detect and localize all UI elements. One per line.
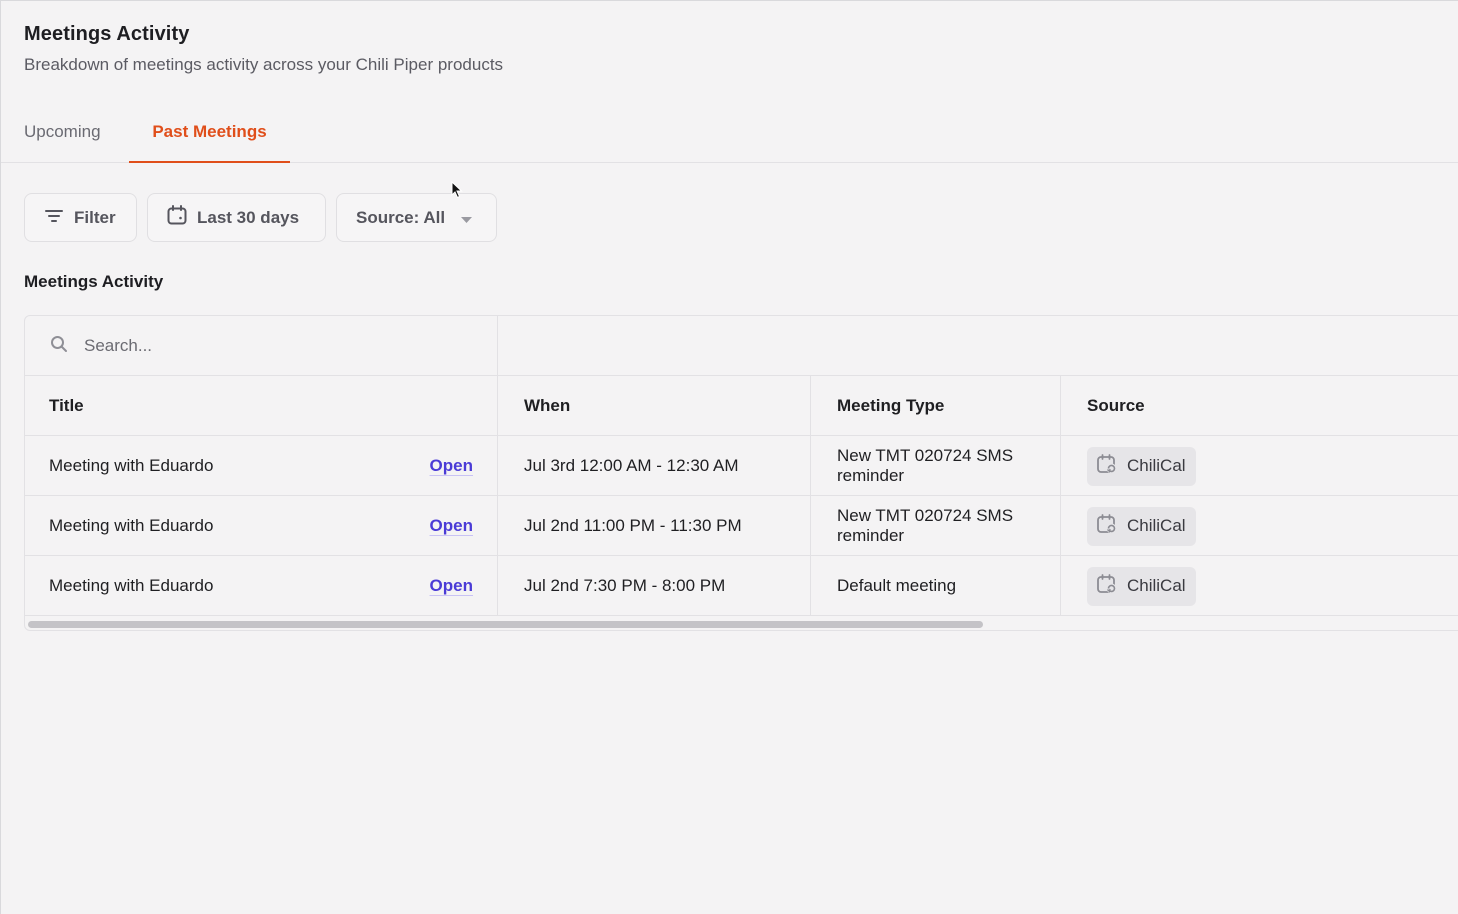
- column-header-when[interactable]: When: [498, 376, 811, 436]
- page-header: Meetings Activity Breakdown of meetings …: [24, 23, 503, 75]
- title-cell: Meeting with Eduardo Open: [25, 496, 498, 556]
- source-badge: ChiliCal: [1087, 446, 1196, 486]
- page: Meetings Activity Breakdown of meetings …: [0, 0, 1458, 914]
- meeting-type-cell: New TMT 020724 SMS reminder: [811, 496, 1061, 556]
- table-row: Meeting with Eduardo Open Jul 2nd 7:30 P…: [25, 556, 1458, 616]
- filter-button[interactable]: Filter: [24, 193, 137, 242]
- column-header-meeting-type[interactable]: Meeting Type: [811, 376, 1061, 436]
- source-select[interactable]: Source: All: [336, 193, 497, 242]
- mouse-cursor-icon: [451, 180, 463, 204]
- column-header-title[interactable]: Title: [25, 376, 498, 436]
- source-badge: ChiliCal: [1087, 506, 1196, 546]
- meeting-title: Meeting with Eduardo: [49, 456, 214, 475]
- search-cell: [25, 316, 498, 376]
- meeting-title: Meeting with Eduardo: [49, 576, 214, 595]
- section-title: Meetings Activity: [24, 272, 164, 291]
- horizontal-scrollbar[interactable]: [25, 618, 1458, 630]
- source-cell: ChiliCal: [1061, 496, 1458, 556]
- date-range-label: Last 30 days: [197, 207, 300, 227]
- source-badge-label: ChiliCal: [1127, 456, 1186, 475]
- scrollbar-thumb[interactable]: [28, 621, 983, 628]
- source-select-label: Source: All: [356, 207, 446, 227]
- tab-bar: Upcoming Past Meetings: [1, 101, 1458, 163]
- search-input[interactable]: [84, 336, 464, 356]
- meeting-type-cell: Default meeting: [811, 556, 1061, 616]
- source-cell: ChiliCal: [1061, 436, 1458, 496]
- tab-upcoming[interactable]: Upcoming: [24, 101, 101, 163]
- title-cell: Meeting with Eduardo Open: [25, 436, 498, 496]
- open-link[interactable]: Open: [430, 516, 473, 536]
- table-row: Meeting with Eduardo Open Jul 2nd 11:00 …: [25, 496, 1458, 556]
- page-subtitle: Breakdown of meetings activity across yo…: [24, 55, 504, 74]
- table-search-row: [25, 316, 1458, 376]
- tab-past-meetings[interactable]: Past Meetings: [129, 101, 290, 163]
- table-row: Meeting with Eduardo Open Jul 3rd 12:00 …: [25, 436, 1458, 496]
- when-cell: Jul 2nd 11:00 PM - 11:30 PM: [498, 496, 811, 556]
- calendar-refresh-icon: [1096, 513, 1118, 540]
- filter-icon: [45, 208, 63, 228]
- meeting-title: Meeting with Eduardo: [49, 516, 214, 535]
- chevron-down-icon: [461, 208, 473, 228]
- source-cell: ChiliCal: [1061, 556, 1458, 616]
- date-range-button[interactable]: Last 30 days: [147, 193, 326, 242]
- filter-label: Filter: [74, 207, 116, 227]
- meeting-type-cell: New TMT 020724 SMS reminder: [811, 436, 1061, 496]
- table-header-row: Title When Meeting Type Source: [25, 376, 1458, 436]
- calendar-refresh-icon: [1096, 573, 1118, 600]
- open-link[interactable]: Open: [430, 456, 473, 476]
- calendar-refresh-icon: [1096, 453, 1118, 480]
- source-badge: ChiliCal: [1087, 566, 1196, 606]
- source-badge-label: ChiliCal: [1127, 516, 1186, 535]
- search-icon: [50, 335, 68, 358]
- column-header-source[interactable]: Source: [1061, 376, 1458, 436]
- page-title: Meetings Activity: [24, 23, 190, 45]
- meetings-table: Title When Meeting Type Source Meeting w…: [24, 315, 1458, 631]
- calendar-icon: [167, 205, 187, 230]
- when-cell: Jul 3rd 12:00 AM - 12:30 AM: [498, 436, 811, 496]
- open-link[interactable]: Open: [430, 576, 473, 596]
- source-badge-label: ChiliCal: [1127, 576, 1186, 595]
- title-cell: Meeting with Eduardo Open: [25, 556, 498, 616]
- when-cell: Jul 2nd 7:30 PM - 8:00 PM: [498, 556, 811, 616]
